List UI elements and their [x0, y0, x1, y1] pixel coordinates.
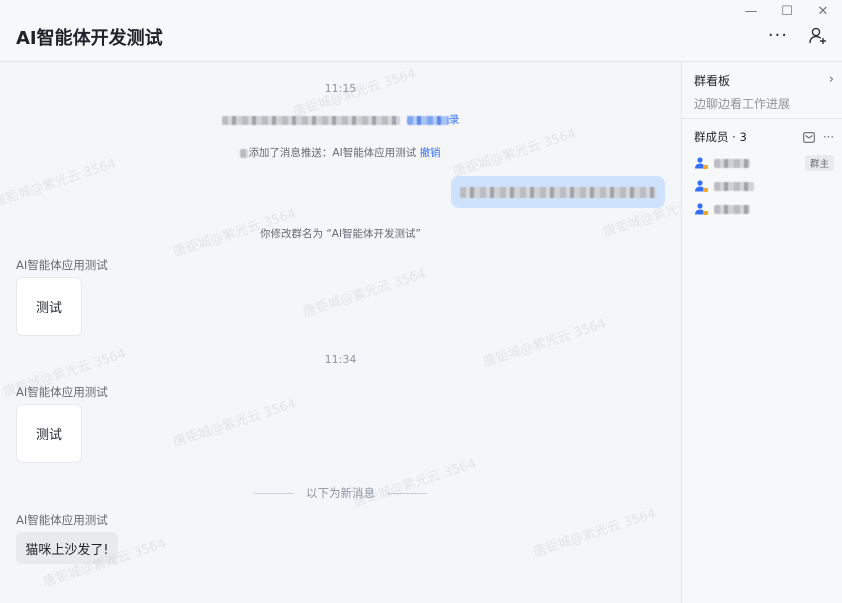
system-link[interactable]: 录	[449, 114, 460, 126]
blurred-name	[714, 181, 754, 191]
divider-label: 以下为新消息	[306, 486, 375, 500]
members-title: 群成员 · 3	[694, 130, 747, 144]
member-item[interactable]	[694, 202, 834, 216]
message-sender: AI智能体应用测试	[16, 385, 108, 399]
message-bubble[interactable]: 测试	[16, 277, 82, 336]
user-icon	[695, 157, 708, 169]
members-header: 群成员 · 3 ···	[694, 129, 834, 145]
user-icon	[695, 180, 708, 192]
group-side-panel: 群看板 边聊边看工作进展 › 群成员 · 3 ··· 群主	[681, 62, 842, 603]
system-message-text: 添加了消息推送：AI智能体应用测试	[248, 147, 417, 159]
chat-window: AI智能体开发测试 — ☐ ✕ ··· 11:15 录 添加了消息推送：AI智能…	[0, 0, 842, 603]
blurred-name	[714, 204, 750, 214]
system-message: 你修改群名为 “AI智能体开发测试”	[260, 228, 421, 240]
message-sender: AI智能体应用测试	[16, 258, 108, 272]
window-controls: — ☐ ✕	[742, 2, 832, 20]
group-board[interactable]: 群看板 边聊边看工作进展 ›	[694, 72, 834, 112]
add-member-icon[interactable]	[808, 26, 828, 46]
user-icon	[695, 203, 708, 215]
timestamp: 11:34	[324, 353, 357, 366]
member-item[interactable]: 群主	[694, 155, 834, 171]
watermark: 唐钜城@紫光云 3564	[0, 156, 119, 211]
watermark: 唐钜城@紫光云 3564	[301, 266, 429, 321]
timestamp: 11:15	[324, 82, 357, 95]
message-sender: AI智能体应用测试	[16, 513, 108, 527]
divider-line	[254, 492, 294, 494]
watermark: 唐钜城@紫光云 3564	[351, 456, 479, 511]
new-messages-divider: 以下为新消息	[0, 485, 681, 501]
system-message: 添加了消息推送：AI智能体应用测试 撤销	[0, 145, 681, 160]
close-button[interactable]: ✕	[814, 2, 832, 20]
member-item[interactable]	[694, 179, 834, 193]
divider-line	[387, 492, 427, 494]
more-icon[interactable]: ···	[768, 27, 788, 45]
owner-badge: 群主	[804, 155, 834, 171]
blurred-text	[460, 186, 656, 198]
chat-header: AI智能体开发测试 — ☐ ✕ ···	[0, 0, 842, 62]
header-actions: ···	[768, 26, 828, 46]
divider	[682, 118, 842, 119]
watermark: 唐钜城@紫光云 3564	[531, 506, 659, 561]
blurred-text	[240, 148, 249, 158]
system-message: 录	[0, 112, 681, 127]
undo-link[interactable]: 撤销	[420, 147, 441, 159]
message-bubble[interactable]: 测试	[16, 404, 82, 463]
more-icon[interactable]: ···	[823, 130, 834, 144]
blurred-link	[406, 115, 449, 125]
mail-icon[interactable]	[803, 131, 815, 143]
board-subtitle: 边聊边看工作进展	[694, 97, 791, 111]
blurred-name	[714, 158, 750, 168]
chevron-right-icon[interactable]: ›	[829, 72, 834, 87]
chat-title: AI智能体开发测试	[16, 28, 163, 49]
message-list[interactable]: 11:15 录 添加了消息推送：AI智能体应用测试 撤销 你修改群名为 “AI智…	[0, 62, 728, 603]
blurred-text	[221, 115, 400, 125]
message-bubble[interactable]: 猫咪上沙发了!	[16, 532, 118, 564]
board-title: 群看板	[694, 74, 731, 88]
maximize-button[interactable]: ☐	[778, 2, 796, 20]
my-message-bubble[interactable]	[451, 176, 665, 208]
watermark: 唐钜城@紫光云 3564	[171, 396, 299, 451]
minimize-button[interactable]: —	[742, 2, 760, 20]
